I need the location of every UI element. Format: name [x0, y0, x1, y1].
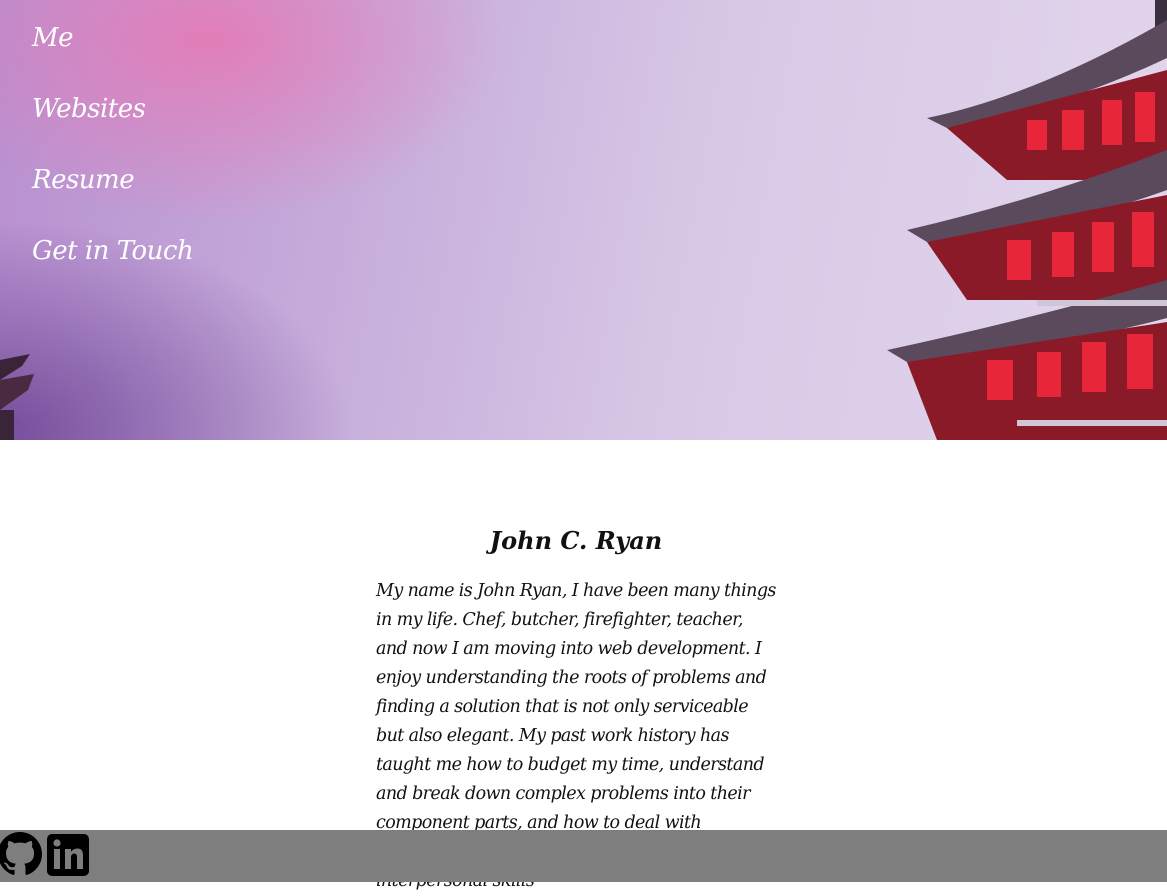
main-nav: Me Websites Resume Get in Touch [32, 18, 194, 302]
footer [0, 830, 1167, 882]
hero-banner: Me Websites Resume Get in Touch [0, 0, 1167, 440]
github-link[interactable] [0, 832, 42, 876]
pagoda-roof-image [0, 354, 34, 440]
nav-item-me[interactable]: Me [32, 18, 193, 89]
pagoda-image [887, 0, 1167, 440]
linkedin-icon [47, 834, 89, 876]
nav-item-get-in-touch[interactable]: Get in Touch [32, 231, 194, 302]
github-icon [0, 832, 42, 875]
nav-item-resume[interactable]: Resume [32, 160, 193, 231]
page-title: John C. Ryan [489, 526, 663, 555]
nav-item-websites[interactable]: Websites [32, 89, 193, 160]
linkedin-link[interactable] [46, 832, 90, 876]
